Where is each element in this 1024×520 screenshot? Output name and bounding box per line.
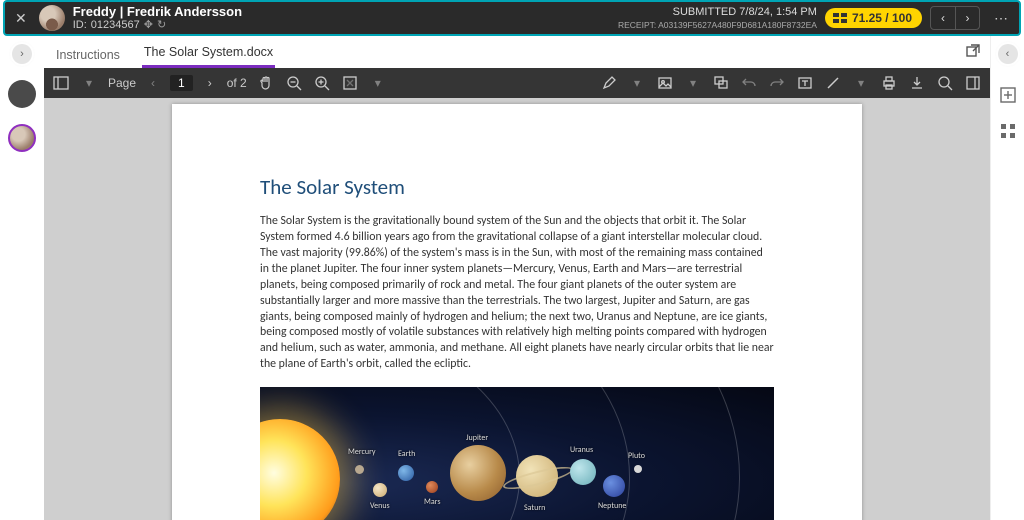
label-mercury: Mercury bbox=[348, 447, 376, 457]
expand-right-button[interactable]: ‹ bbox=[998, 44, 1018, 64]
print-icon[interactable] bbox=[880, 74, 898, 92]
submission-header: ✕ Freddy | Fredrik Andersson ID: 0123456… bbox=[3, 0, 1021, 36]
image-dropdown-icon[interactable]: ▾ bbox=[684, 74, 702, 92]
submitted-timestamp: SUBMITTED 7/8/24, 1:54 PM bbox=[673, 6, 817, 19]
submission-meta: SUBMITTED 7/8/24, 1:54 PM RECEIPT: A0313… bbox=[618, 6, 817, 29]
score-value: 71.25 / 100 bbox=[852, 11, 912, 25]
more-menu-button[interactable]: ⋯ bbox=[988, 10, 1015, 27]
zoom-out-icon[interactable] bbox=[285, 74, 303, 92]
prev-student-button[interactable]: ‹ bbox=[931, 7, 955, 29]
textbox-icon[interactable] bbox=[796, 74, 814, 92]
tab-instructions[interactable]: Instructions bbox=[54, 40, 122, 68]
left-rail: › bbox=[0, 36, 44, 520]
rubric-icon bbox=[833, 13, 847, 23]
student-info: Freddy | Fredrik Andersson ID: 01234567 … bbox=[73, 5, 242, 31]
comment-icon[interactable] bbox=[712, 74, 730, 92]
student-nav: ‹ › bbox=[930, 6, 980, 30]
label-earth: Earth bbox=[398, 449, 415, 459]
fit-dropdown-icon[interactable]: ▾ bbox=[369, 74, 387, 92]
document-viewer: ▾ Page ‹ 1 › of 2 ▾ ▾ ▾ bbox=[44, 68, 990, 520]
zoom-in-icon[interactable] bbox=[313, 74, 331, 92]
fit-icon[interactable] bbox=[341, 74, 359, 92]
document-page: The Solar System The Solar System is the… bbox=[172, 104, 862, 520]
page-prev-icon[interactable]: ‹ bbox=[144, 74, 162, 92]
next-student-button[interactable]: › bbox=[955, 7, 979, 29]
planet-jupiter bbox=[450, 445, 506, 501]
document-scroll[interactable]: The Solar System The Solar System is the… bbox=[44, 98, 990, 520]
pan-icon[interactable] bbox=[257, 74, 275, 92]
label-pluto: Pluto bbox=[628, 451, 645, 461]
file-tabs: Instructions The Solar System.docx bbox=[44, 36, 990, 68]
page-current[interactable]: 1 bbox=[170, 75, 193, 91]
label-uranus: Uranus bbox=[570, 445, 593, 455]
center-pane: Instructions The Solar System.docx ▾ Pag… bbox=[44, 36, 990, 520]
draw-dropdown-icon[interactable]: ▾ bbox=[852, 74, 870, 92]
panel-toggle-icon[interactable] bbox=[52, 74, 70, 92]
right-rail: ‹ bbox=[990, 36, 1024, 520]
drag-icon: ✥ bbox=[144, 19, 153, 31]
tab-file[interactable]: The Solar System.docx bbox=[142, 37, 275, 68]
doc-title: The Solar System bbox=[260, 174, 774, 200]
attempt-avatar-2[interactable] bbox=[8, 124, 36, 152]
label-venus: Venus bbox=[370, 501, 390, 511]
student-id-row: ID: 01234567 ✥ ↻ bbox=[73, 19, 242, 31]
student-id-value: 01234567 bbox=[91, 19, 140, 31]
rubric-icon[interactable] bbox=[999, 122, 1017, 140]
history-icon[interactable]: ↻ bbox=[157, 19, 166, 31]
undo-icon[interactable] bbox=[740, 74, 758, 92]
student-name: Freddy | Fredrik Andersson bbox=[73, 5, 242, 19]
download-icon[interactable] bbox=[908, 74, 926, 92]
search-icon[interactable] bbox=[936, 74, 954, 92]
attempt-avatar-1[interactable] bbox=[8, 80, 36, 108]
highlighter-icon[interactable] bbox=[600, 74, 618, 92]
label-neptune: Neptune bbox=[598, 501, 626, 511]
doc-body: The Solar System is the gravitationally … bbox=[260, 214, 774, 373]
add-feedback-icon[interactable] bbox=[999, 86, 1017, 104]
panel-dropdown-icon[interactable]: ▾ bbox=[80, 74, 98, 92]
solar-system-image: Mercury Venus Earth Mars Jupiter Saturn bbox=[260, 387, 774, 520]
page-of: of 2 bbox=[227, 76, 247, 90]
highlighter-dropdown-icon[interactable]: ▾ bbox=[628, 74, 646, 92]
viewer-toolbar: ▾ Page ‹ 1 › of 2 ▾ ▾ ▾ bbox=[44, 68, 990, 98]
label-mars: Mars bbox=[424, 497, 440, 507]
label-jupiter: Jupiter bbox=[466, 433, 488, 443]
popout-icon[interactable] bbox=[966, 44, 980, 61]
close-button[interactable]: ✕ bbox=[11, 8, 31, 29]
redo-icon[interactable] bbox=[768, 74, 786, 92]
bookmark-panel-icon[interactable] bbox=[964, 74, 982, 92]
expand-left-button[interactable]: › bbox=[12, 44, 32, 64]
draw-line-icon[interactable] bbox=[824, 74, 842, 92]
submission-receipt: RECEIPT: A03139F5627A480F9D681A180F8732E… bbox=[618, 20, 817, 30]
page-next-icon[interactable]: › bbox=[201, 74, 219, 92]
page-indicator: Page ‹ 1 › of 2 bbox=[108, 74, 247, 92]
student-id-label: ID: bbox=[73, 19, 87, 31]
page-label: Page bbox=[108, 76, 136, 90]
score-pill[interactable]: 71.25 / 100 bbox=[825, 8, 922, 28]
label-saturn: Saturn bbox=[524, 503, 545, 513]
student-avatar[interactable] bbox=[39, 5, 65, 31]
image-annot-icon[interactable] bbox=[656, 74, 674, 92]
